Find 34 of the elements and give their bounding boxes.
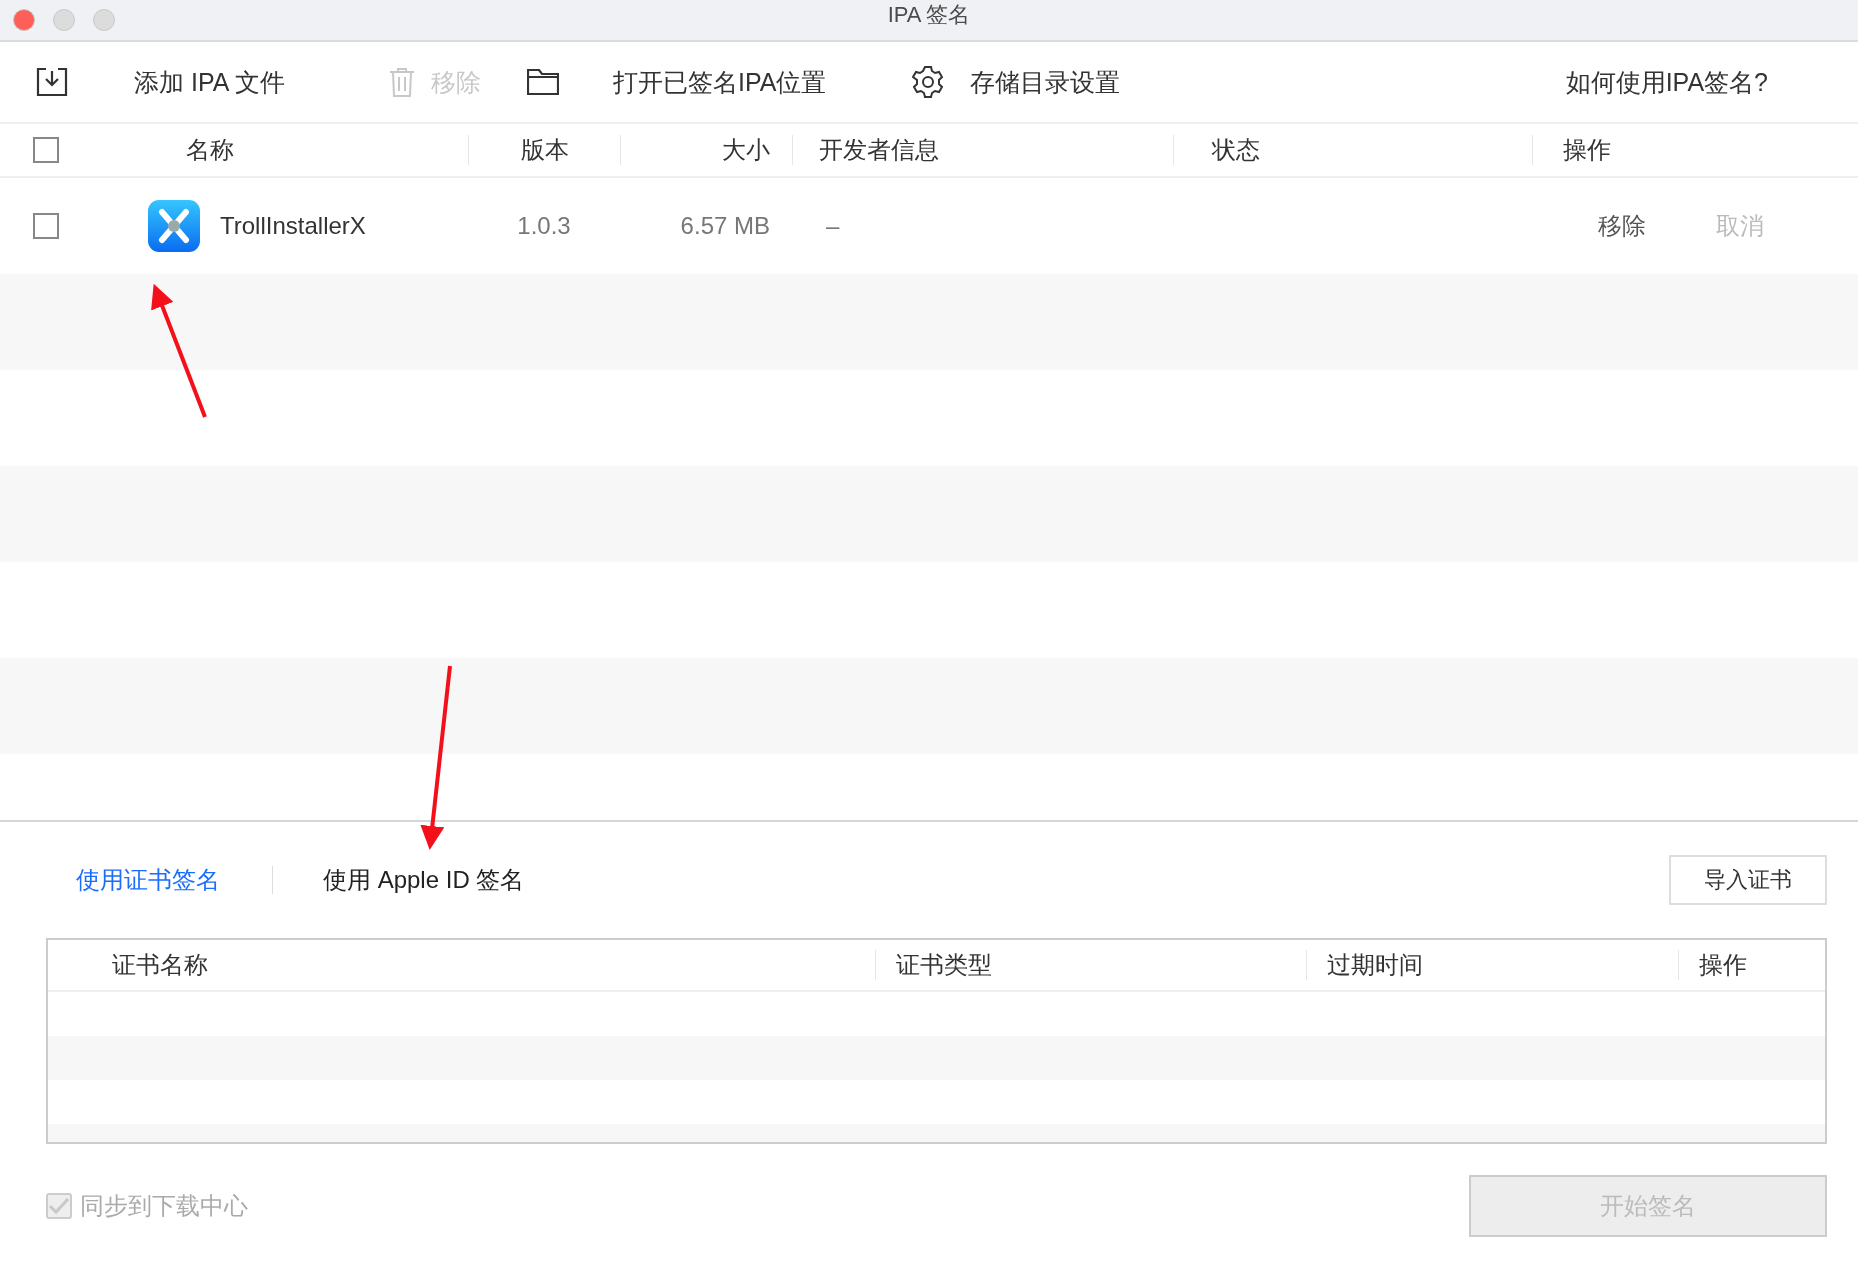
folder-icon — [526, 69, 559, 95]
import-certificate-button[interactable]: 导入证书 — [1669, 855, 1827, 905]
size-text: 6.57 MB — [680, 212, 770, 240]
zoom-icon[interactable] — [93, 9, 115, 31]
sign-mode-tab[interactable]: 使用证书签名 — [46, 864, 250, 896]
toolbar-button[interactable]: 添加 IPA 文件 — [36, 65, 285, 99]
column-header: 开发者信息 — [819, 135, 939, 165]
column-header: 版本 — [520, 135, 569, 165]
sign-mode-tab[interactable]: 使用 Apple ID 签名 — [293, 864, 555, 896]
checkmark-icon — [48, 1197, 70, 1215]
column-header: 大小 — [722, 135, 770, 165]
app-name: TrollInstallerX — [220, 212, 366, 240]
help-link[interactable]: 如何使用IPA签名? — [1565, 65, 1768, 99]
toolbar-button[interactable]: 打开已签名IPA位置 — [526, 65, 827, 99]
column-header: 过期时间 — [1327, 950, 1423, 980]
close-icon[interactable] — [13, 9, 35, 31]
developer-text: – — [826, 212, 840, 240]
column-header: 证书类型 — [896, 950, 993, 980]
toolbar-button[interactable]: 存储目录设置 — [912, 65, 1121, 99]
column-header: 状态 — [1212, 135, 1260, 165]
window-title: IPA 签名 — [887, 1, 971, 29]
settings-icon — [912, 66, 945, 98]
column-header: 操作 — [1563, 135, 1611, 165]
row-checkbox[interactable] — [33, 213, 59, 239]
row-action-link[interactable]: 移除 — [1598, 210, 1646, 242]
column-header: 名称 — [186, 135, 234, 165]
column-header: 证书名称 — [112, 950, 208, 980]
column-header: 操作 — [1698, 950, 1747, 980]
minimize-icon[interactable] — [53, 9, 75, 31]
select-all-checkbox[interactable] — [33, 137, 59, 163]
download-tray-icon — [36, 67, 68, 97]
trash-icon — [388, 67, 415, 97]
app-icon — [148, 200, 200, 252]
version-text: 1.0.3 — [517, 212, 571, 240]
